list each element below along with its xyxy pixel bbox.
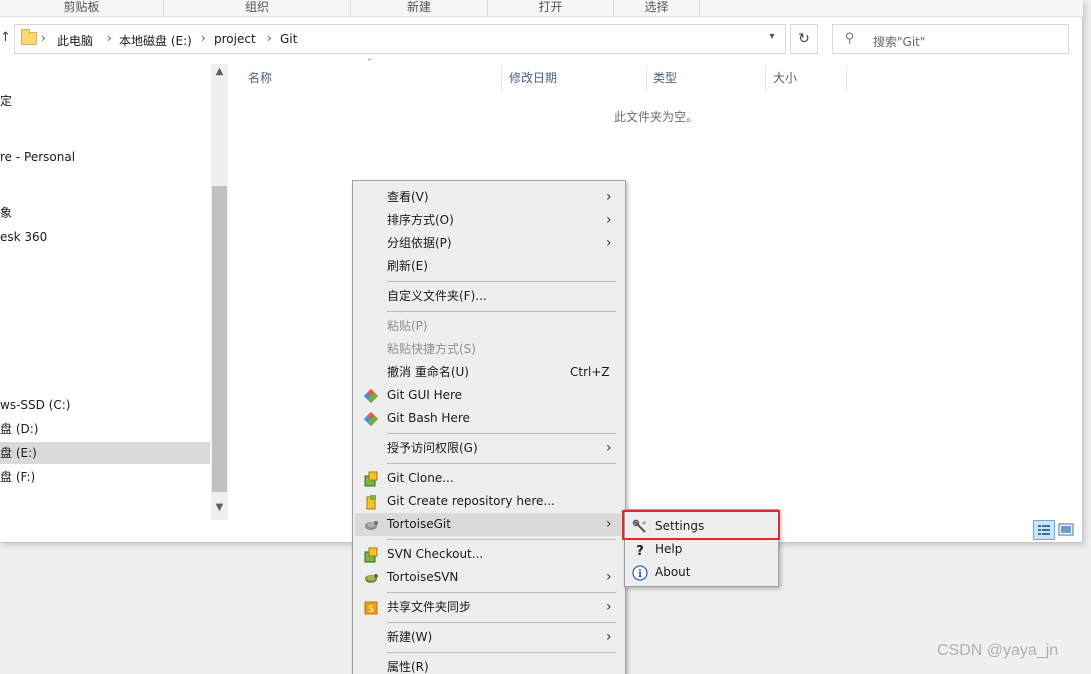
chevron-right-icon[interactable]: ›	[41, 31, 46, 45]
tortoisegit-create-repo-icon	[366, 495, 376, 510]
menu-item-shared-folder-sync[interactable]: S 共享文件夹同步 ›	[355, 596, 623, 619]
watermark-text: CSDN @yaya_jn	[937, 642, 1059, 659]
details-view-icon	[1038, 525, 1050, 535]
help-icon: ?	[636, 544, 644, 558]
menu-separator	[387, 539, 616, 540]
svn-checkout-icon	[364, 547, 378, 563]
chevron-right-icon[interactable]: ›	[201, 31, 206, 45]
nav-item-autodesk-360[interactable]: esk 360	[0, 226, 47, 248]
column-header-size[interactable]: 大小	[765, 66, 847, 92]
shortcut-text: Ctrl+Z	[570, 365, 610, 379]
info-icon: i	[632, 565, 648, 581]
submenu-item-about[interactable]: i About	[627, 561, 777, 584]
search-box[interactable]: ⚲ 搜索"Git"	[832, 24, 1069, 54]
submenu-item-help[interactable]: ? Help	[627, 538, 777, 561]
scroll-down-icon[interactable]: ▼	[211, 502, 228, 513]
chevron-right-icon: ›	[606, 516, 612, 532]
menu-item-give-access[interactable]: 授予访问权限(G) ›	[355, 437, 623, 460]
menu-item-properties[interactable]: 属性(R)	[355, 656, 623, 674]
breadcrumb-drive-e[interactable]: 本地磁盘 (E:)	[119, 32, 192, 49]
column-header-name[interactable]: 名称	[240, 66, 502, 92]
context-menu: 查看(V) › 排序方式(O) › 分组依据(P) › 刷新(E) 自定义文件夹(F)…	[352, 180, 626, 674]
menu-separator	[387, 433, 616, 434]
address-history-dropdown-icon[interactable]: ▾	[765, 31, 779, 47]
menu-separator	[387, 592, 616, 593]
menu-separator	[387, 311, 616, 312]
menu-item-git-gui-here[interactable]: Git GUI Here	[355, 384, 623, 407]
sync-share-icon: S	[364, 601, 378, 615]
search-placeholder: 搜索"Git"	[873, 35, 926, 49]
git-bash-icon	[363, 411, 379, 427]
up-arrow-icon[interactable]: ↑	[0, 30, 11, 48]
scroll-up-icon[interactable]: ▲	[211, 66, 228, 77]
menu-item-sort-by[interactable]: 排序方式(O) ›	[355, 209, 623, 232]
breadcrumb-project[interactable]: project	[214, 32, 256, 46]
nav-item-quick-access[interactable]: 定	[0, 90, 12, 112]
column-header-date-modified[interactable]: 修改日期	[501, 66, 647, 92]
menu-item-svn-checkout[interactable]: SVN Checkout...	[355, 543, 623, 566]
large-icons-view-button[interactable]	[1058, 522, 1074, 537]
large-icons-view-icon	[1058, 523, 1074, 536]
chevron-right-icon[interactable]: ›	[267, 31, 272, 45]
menu-item-paste-shortcut: 粘贴快捷方式(S)	[387, 342, 476, 356]
menu-item-git-create-repository[interactable]: Git Create repository here...	[355, 490, 623, 513]
settings-annotation-box	[622, 510, 780, 540]
nav-item-drive-d[interactable]: 盘 (D:)	[0, 418, 38, 440]
menu-item-paste: 粘贴(P)	[387, 319, 428, 333]
search-icon: ⚲	[845, 31, 855, 46]
breadcrumb-git[interactable]: Git	[280, 32, 297, 46]
empty-folder-message: 此文件夹为空。	[614, 110, 699, 124]
navigation-pane: 定 re - Personal 象 esk 360 ws-SSD (C:) 盘 …	[0, 64, 228, 520]
nav-item-drive-f[interactable]: 盘 (F:)	[0, 466, 35, 488]
ribbon-group-organize[interactable]: 组织	[164, 0, 351, 16]
menu-separator	[387, 281, 616, 282]
nav-item-onedrive[interactable]: re - Personal	[0, 146, 75, 168]
column-header-type[interactable]: 类型	[645, 66, 766, 92]
refresh-icon: ↻	[798, 31, 810, 47]
ribbon-group-open[interactable]: 打开	[488, 0, 614, 16]
ribbon-group-select[interactable]: 选择	[614, 0, 700, 16]
nav-item-3d-objects[interactable]: 象	[0, 202, 12, 224]
chevron-right-icon: ›	[606, 235, 612, 251]
breadcrumb-this-pc[interactable]: 此电脑	[57, 32, 93, 49]
svg-text:S: S	[368, 605, 374, 615]
address-bar[interactable]: › 此电脑 › 本地磁盘 (E:) › project › Git ▾	[14, 24, 786, 54]
menu-item-customize-folder[interactable]: 自定义文件夹(F)...	[355, 285, 623, 308]
menu-separator	[387, 652, 616, 653]
menu-item-tortoisegit[interactable]: TortoiseGit ›	[355, 513, 623, 536]
tortoisegit-icon	[365, 521, 378, 530]
ribbon-group-bar: 剪贴板 组织 新建 打开 选择	[0, 0, 1083, 17]
git-gui-icon	[363, 388, 379, 404]
chevron-right-icon: ›	[606, 189, 612, 205]
menu-item-git-clone[interactable]: Git Clone...	[355, 467, 623, 490]
menu-item-undo-rename[interactable]: 撤消 重命名(U) Ctrl+Z	[355, 361, 623, 384]
chevron-right-icon: ›	[606, 212, 612, 228]
refresh-button[interactable]: ↻	[790, 24, 818, 54]
chevron-right-icon: ›	[606, 599, 612, 615]
menu-item-refresh[interactable]: 刷新(E)	[355, 255, 623, 278]
nav-item-drive-c[interactable]: ws-SSD (C:)	[0, 394, 70, 416]
details-view-button[interactable]	[1033, 520, 1055, 540]
nav-scrollbar[interactable]: ▲ ▼	[211, 64, 228, 520]
menu-item-view[interactable]: 查看(V) ›	[355, 186, 623, 209]
chevron-right-icon: ›	[606, 440, 612, 456]
menu-separator	[387, 463, 616, 464]
nav-item-drive-e[interactable]: 盘 (E:)	[0, 442, 210, 464]
chevron-right-icon: ›	[606, 569, 612, 585]
ribbon-group-clipboard[interactable]: 剪贴板	[0, 0, 164, 16]
menu-item-git-bash-here[interactable]: Git Bash Here	[355, 407, 623, 430]
tortoisesvn-icon	[365, 574, 378, 583]
menu-item-group-by[interactable]: 分组依据(P) ›	[355, 232, 623, 255]
svg-text:i: i	[638, 569, 642, 580]
scrollbar-thumb[interactable]	[212, 186, 227, 492]
svg-text:?: ?	[636, 544, 644, 558]
chevron-right-icon[interactable]: ›	[107, 31, 112, 45]
ribbon-group-new[interactable]: 新建	[351, 0, 488, 16]
menu-item-tortoisesvn[interactable]: TortoiseSVN ›	[355, 566, 623, 589]
menu-separator	[387, 622, 616, 623]
chevron-right-icon: ›	[606, 629, 612, 645]
menu-item-new[interactable]: 新建(W) ›	[355, 626, 623, 649]
tortoisegit-clone-icon	[364, 471, 378, 487]
folder-icon	[21, 29, 37, 45]
